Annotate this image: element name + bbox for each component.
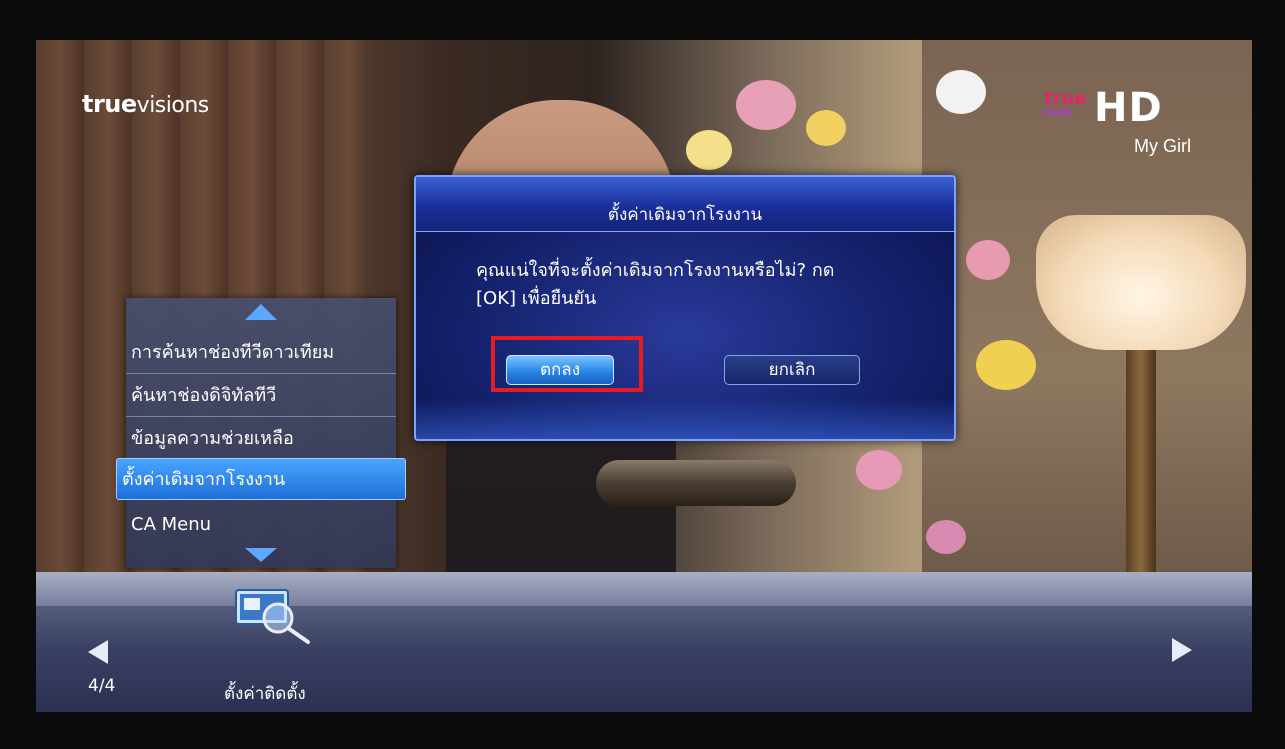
bottom-bar-strip — [36, 572, 1252, 606]
page-counter: 4/4 — [88, 676, 116, 696]
menu-item-factory-reset[interactable]: ตั้งค่าเดิมจากโรงงาน — [116, 458, 406, 500]
background-flower — [936, 70, 986, 114]
next-arrow-icon[interactable] — [1172, 638, 1192, 662]
bottom-nav-bar — [36, 572, 1252, 712]
menu-item-help-info[interactable]: ข้อมูลความช่วยเหลือ — [126, 418, 396, 460]
background-flower — [926, 520, 966, 554]
channel-logo-film: FILM — [1044, 108, 1071, 119]
background-lamp — [1036, 215, 1246, 350]
menu-item-satellite-scan[interactable]: การค้นหาช่องทีวีดาวเทียม — [126, 332, 396, 374]
channel-logo-hd: HD — [1094, 85, 1163, 131]
factory-reset-dialog: ตั้งค่าเดิมจากโรงงาน คุณแน่ใจที่จะตั้งค่… — [414, 175, 956, 441]
tv-frame: truevisions true FILM HD My Girl การค้นห… — [0, 0, 1285, 749]
settings-search-icon[interactable] — [234, 588, 314, 644]
channel-logo-true: true — [1044, 88, 1087, 109]
background-flower — [976, 340, 1036, 390]
tv-screen: truevisions true FILM HD My Girl การค้นห… — [36, 40, 1252, 712]
channel-logo: true FILM HD My Girl — [1044, 86, 1204, 170]
background-flower — [686, 130, 732, 170]
background-flower — [736, 80, 796, 130]
truevisions-logo: truevisions — [82, 90, 209, 118]
dialog-message: คุณแน่ใจที่จะตั้งค่าเดิมจากโรงงานหรือไม่… — [476, 257, 916, 313]
previous-arrow-icon[interactable] — [88, 640, 108, 664]
dialog-footer — [416, 399, 954, 439]
background-flower — [806, 110, 846, 146]
background-lamp-stem — [1126, 350, 1156, 580]
ok-button-highlight — [491, 336, 643, 392]
dialog-title: ตั้งค่าเดิมจากโรงงาน — [607, 205, 763, 225]
scroll-up-icon[interactable] — [245, 304, 277, 320]
program-name: My Girl — [1134, 136, 1191, 156]
menu-item-digital-scan[interactable]: ค้นหาช่องดิจิทัลทีวี — [126, 375, 396, 417]
background-flower — [856, 450, 902, 490]
dialog-message-line1: คุณแน่ใจที่จะตั้งค่าเดิมจากโรงงานหรือไม่… — [476, 260, 835, 281]
background-podium — [596, 460, 796, 506]
settings-menu: การค้นหาช่องทีวีดาวเทียม ค้นหาช่องดิจิทั… — [116, 298, 406, 568]
background-flower — [966, 240, 1010, 280]
cancel-button[interactable]: ยกเลิก — [724, 355, 860, 385]
scroll-down-icon[interactable] — [245, 548, 277, 562]
current-section-label: ตั้งค่าติดตั้ง — [224, 684, 306, 704]
menu-item-ca-menu[interactable]: CA Menu — [126, 504, 396, 546]
dialog-message-line2: [OK] เพื่อยืนยัน — [476, 288, 597, 309]
